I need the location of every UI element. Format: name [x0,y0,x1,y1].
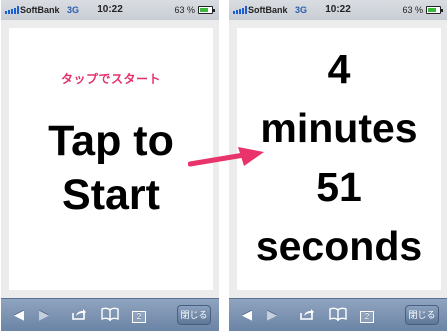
web-viewport: タップでスタート Tap to Start [1,20,219,298]
tap-hint-text: タップでスタート [60,72,161,86]
status-bar: SoftBank 3G 10:22 63 % [1,0,219,20]
comparison-stage: SoftBank 3G 10:22 63 % タップでスタート Tap to S… [0,0,448,331]
timer-text: 4 minutes 51 seconds [237,40,441,276]
status-bar: SoftBank 3G 10:22 63 % [229,0,447,20]
phone-screen-left: SoftBank 3G 10:22 63 % タップでスタート Tap to S… [1,0,219,331]
timer-seconds-value: 51 [316,164,362,210]
timer-display-area[interactable]: 4 minutes 51 seconds [237,28,441,290]
tap-line-1: Tap to [48,117,174,165]
battery-icon [198,6,215,14]
forward-arrow-icon[interactable]: ▶ [267,307,277,323]
browser-toolbar: ◀ ▶ 2 閉じる [1,298,219,331]
browser-toolbar: ◀ ▶ 2 閉じる [229,298,447,331]
battery-percent: 63 % [402,5,423,15]
timer-minutes-label: minutes [260,105,418,151]
back-arrow-icon[interactable]: ◀ [242,307,252,323]
pages-icon[interactable]: 2 [360,307,374,323]
forward-arrow-icon[interactable]: ▶ [39,307,49,323]
timer-seconds-label: seconds [255,223,423,269]
pages-count: 2 [132,311,146,323]
timer-minutes-value: 4 [327,46,351,92]
battery-icon [426,6,443,14]
bookmarks-icon[interactable] [101,307,119,325]
tap-to-start-area[interactable]: タップでスタート Tap to Start [9,28,213,290]
back-arrow-icon[interactable]: ◀ [14,307,24,323]
tap-line-2: Start [62,171,160,219]
share-icon[interactable] [71,307,87,325]
bookmarks-icon[interactable] [329,307,347,325]
tap-to-start-text: Tap to Start [9,114,213,222]
transition-arrow-icon [188,147,264,167]
pages-count: 2 [360,311,374,323]
close-button[interactable]: 閉じる [177,305,211,325]
pages-icon[interactable]: 2 [132,307,146,323]
share-icon[interactable] [299,307,315,325]
battery-percent: 63 % [174,5,195,15]
close-button[interactable]: 閉じる [405,305,439,325]
